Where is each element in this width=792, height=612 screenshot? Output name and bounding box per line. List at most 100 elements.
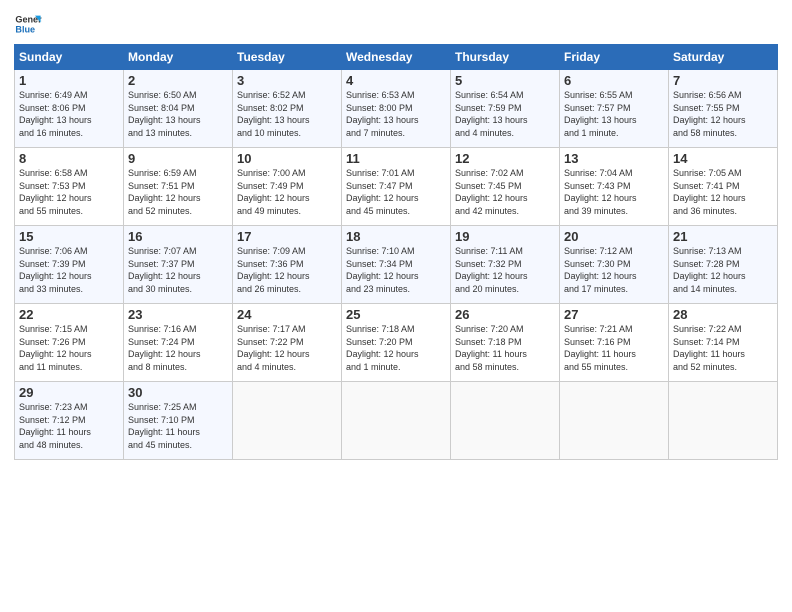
day-content: Sunrise: 7:23 AM Sunset: 7:12 PM Dayligh… (19, 401, 119, 451)
day-cell-27: 27Sunrise: 7:21 AM Sunset: 7:16 PM Dayli… (560, 304, 669, 382)
day-number: 13 (564, 151, 664, 166)
week-row-4: 29Sunrise: 7:23 AM Sunset: 7:12 PM Dayli… (15, 382, 778, 460)
day-cell-empty (342, 382, 451, 460)
day-content: Sunrise: 7:16 AM Sunset: 7:24 PM Dayligh… (128, 323, 228, 373)
day-content: Sunrise: 6:54 AM Sunset: 7:59 PM Dayligh… (455, 89, 555, 139)
col-header-saturday: Saturday (669, 45, 778, 70)
day-cell-16: 16Sunrise: 7:07 AM Sunset: 7:37 PM Dayli… (124, 226, 233, 304)
day-content: Sunrise: 6:58 AM Sunset: 7:53 PM Dayligh… (19, 167, 119, 217)
day-number: 15 (19, 229, 119, 244)
day-cell-empty (560, 382, 669, 460)
day-number: 20 (564, 229, 664, 244)
day-content: Sunrise: 6:49 AM Sunset: 8:06 PM Dayligh… (19, 89, 119, 139)
day-content: Sunrise: 6:56 AM Sunset: 7:55 PM Dayligh… (673, 89, 773, 139)
day-content: Sunrise: 7:15 AM Sunset: 7:26 PM Dayligh… (19, 323, 119, 373)
day-content: Sunrise: 7:00 AM Sunset: 7:49 PM Dayligh… (237, 167, 337, 217)
svg-text:Blue: Blue (15, 24, 35, 34)
day-content: Sunrise: 7:18 AM Sunset: 7:20 PM Dayligh… (346, 323, 446, 373)
header-row: SundayMondayTuesdayWednesdayThursdayFrid… (15, 45, 778, 70)
day-cell-22: 22Sunrise: 7:15 AM Sunset: 7:26 PM Dayli… (15, 304, 124, 382)
day-number: 24 (237, 307, 337, 322)
day-number: 16 (128, 229, 228, 244)
day-number: 4 (346, 73, 446, 88)
header: General Blue (14, 10, 778, 38)
day-content: Sunrise: 7:09 AM Sunset: 7:36 PM Dayligh… (237, 245, 337, 295)
day-number: 12 (455, 151, 555, 166)
week-row-0: 1Sunrise: 6:49 AM Sunset: 8:06 PM Daylig… (15, 70, 778, 148)
day-cell-2: 2Sunrise: 6:50 AM Sunset: 8:04 PM Daylig… (124, 70, 233, 148)
day-content: Sunrise: 7:11 AM Sunset: 7:32 PM Dayligh… (455, 245, 555, 295)
day-cell-19: 19Sunrise: 7:11 AM Sunset: 7:32 PM Dayli… (451, 226, 560, 304)
col-header-sunday: Sunday (15, 45, 124, 70)
day-number: 29 (19, 385, 119, 400)
day-content: Sunrise: 7:12 AM Sunset: 7:30 PM Dayligh… (564, 245, 664, 295)
day-number: 8 (19, 151, 119, 166)
day-number: 9 (128, 151, 228, 166)
day-content: Sunrise: 6:50 AM Sunset: 8:04 PM Dayligh… (128, 89, 228, 139)
day-number: 17 (237, 229, 337, 244)
day-content: Sunrise: 7:21 AM Sunset: 7:16 PM Dayligh… (564, 323, 664, 373)
page: General Blue SundayMondayTuesdayWednesda… (0, 0, 792, 470)
day-cell-empty (451, 382, 560, 460)
day-cell-9: 9Sunrise: 6:59 AM Sunset: 7:51 PM Daylig… (124, 148, 233, 226)
day-content: Sunrise: 7:05 AM Sunset: 7:41 PM Dayligh… (673, 167, 773, 217)
day-cell-11: 11Sunrise: 7:01 AM Sunset: 7:47 PM Dayli… (342, 148, 451, 226)
day-content: Sunrise: 7:07 AM Sunset: 7:37 PM Dayligh… (128, 245, 228, 295)
calendar-table: SundayMondayTuesdayWednesdayThursdayFrid… (14, 44, 778, 460)
day-number: 6 (564, 73, 664, 88)
logo: General Blue (14, 10, 46, 38)
day-content: Sunrise: 7:25 AM Sunset: 7:10 PM Dayligh… (128, 401, 228, 451)
col-header-friday: Friday (560, 45, 669, 70)
day-cell-12: 12Sunrise: 7:02 AM Sunset: 7:45 PM Dayli… (451, 148, 560, 226)
day-number: 11 (346, 151, 446, 166)
day-cell-14: 14Sunrise: 7:05 AM Sunset: 7:41 PM Dayli… (669, 148, 778, 226)
day-cell-empty (233, 382, 342, 460)
day-number: 23 (128, 307, 228, 322)
day-content: Sunrise: 6:55 AM Sunset: 7:57 PM Dayligh… (564, 89, 664, 139)
day-number: 3 (237, 73, 337, 88)
day-number: 14 (673, 151, 773, 166)
day-cell-20: 20Sunrise: 7:12 AM Sunset: 7:30 PM Dayli… (560, 226, 669, 304)
day-cell-13: 13Sunrise: 7:04 AM Sunset: 7:43 PM Dayli… (560, 148, 669, 226)
day-number: 19 (455, 229, 555, 244)
day-cell-6: 6Sunrise: 6:55 AM Sunset: 7:57 PM Daylig… (560, 70, 669, 148)
day-content: Sunrise: 7:02 AM Sunset: 7:45 PM Dayligh… (455, 167, 555, 217)
day-number: 7 (673, 73, 773, 88)
day-content: Sunrise: 6:53 AM Sunset: 8:00 PM Dayligh… (346, 89, 446, 139)
logo-icon: General Blue (14, 10, 42, 38)
day-content: Sunrise: 7:01 AM Sunset: 7:47 PM Dayligh… (346, 167, 446, 217)
day-cell-28: 28Sunrise: 7:22 AM Sunset: 7:14 PM Dayli… (669, 304, 778, 382)
day-cell-25: 25Sunrise: 7:18 AM Sunset: 7:20 PM Dayli… (342, 304, 451, 382)
day-cell-18: 18Sunrise: 7:10 AM Sunset: 7:34 PM Dayli… (342, 226, 451, 304)
day-cell-30: 30Sunrise: 7:25 AM Sunset: 7:10 PM Dayli… (124, 382, 233, 460)
day-content: Sunrise: 7:13 AM Sunset: 7:28 PM Dayligh… (673, 245, 773, 295)
day-number: 25 (346, 307, 446, 322)
day-number: 10 (237, 151, 337, 166)
day-cell-3: 3Sunrise: 6:52 AM Sunset: 8:02 PM Daylig… (233, 70, 342, 148)
day-number: 21 (673, 229, 773, 244)
col-header-monday: Monday (124, 45, 233, 70)
day-cell-5: 5Sunrise: 6:54 AM Sunset: 7:59 PM Daylig… (451, 70, 560, 148)
day-cell-24: 24Sunrise: 7:17 AM Sunset: 7:22 PM Dayli… (233, 304, 342, 382)
day-cell-10: 10Sunrise: 7:00 AM Sunset: 7:49 PM Dayli… (233, 148, 342, 226)
day-number: 2 (128, 73, 228, 88)
day-content: Sunrise: 7:06 AM Sunset: 7:39 PM Dayligh… (19, 245, 119, 295)
day-cell-4: 4Sunrise: 6:53 AM Sunset: 8:00 PM Daylig… (342, 70, 451, 148)
day-cell-21: 21Sunrise: 7:13 AM Sunset: 7:28 PM Dayli… (669, 226, 778, 304)
day-cell-empty (669, 382, 778, 460)
col-header-wednesday: Wednesday (342, 45, 451, 70)
day-cell-8: 8Sunrise: 6:58 AM Sunset: 7:53 PM Daylig… (15, 148, 124, 226)
day-cell-26: 26Sunrise: 7:20 AM Sunset: 7:18 PM Dayli… (451, 304, 560, 382)
col-header-thursday: Thursday (451, 45, 560, 70)
day-number: 26 (455, 307, 555, 322)
day-content: Sunrise: 7:20 AM Sunset: 7:18 PM Dayligh… (455, 323, 555, 373)
day-cell-17: 17Sunrise: 7:09 AM Sunset: 7:36 PM Dayli… (233, 226, 342, 304)
week-row-2: 15Sunrise: 7:06 AM Sunset: 7:39 PM Dayli… (15, 226, 778, 304)
day-content: Sunrise: 6:59 AM Sunset: 7:51 PM Dayligh… (128, 167, 228, 217)
day-number: 5 (455, 73, 555, 88)
day-number: 28 (673, 307, 773, 322)
day-cell-1: 1Sunrise: 6:49 AM Sunset: 8:06 PM Daylig… (15, 70, 124, 148)
week-row-3: 22Sunrise: 7:15 AM Sunset: 7:26 PM Dayli… (15, 304, 778, 382)
day-number: 1 (19, 73, 119, 88)
day-number: 27 (564, 307, 664, 322)
